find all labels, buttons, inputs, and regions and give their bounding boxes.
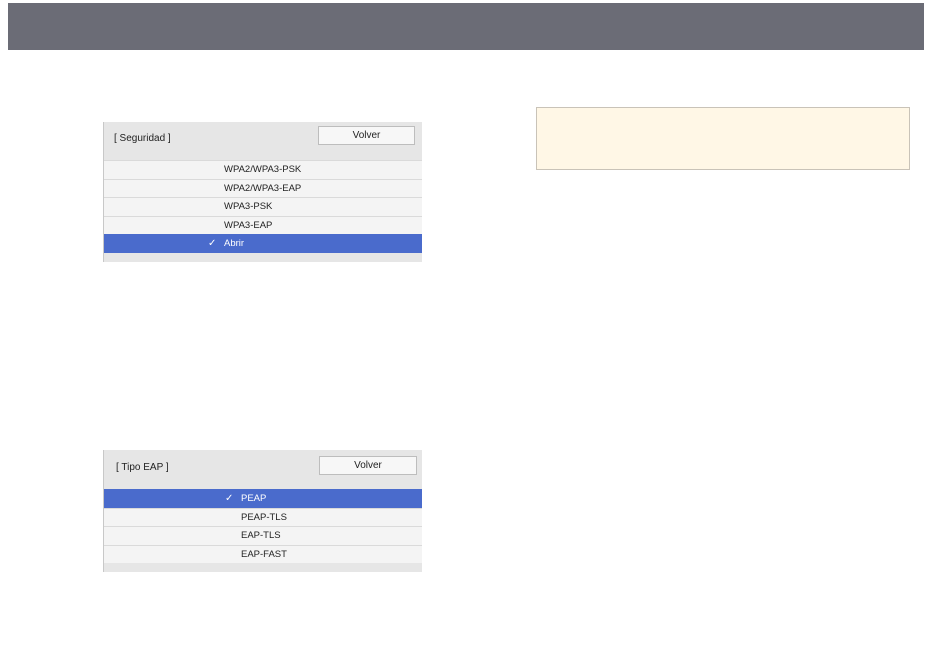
option-label: WPA2/WPA3-PSK: [224, 164, 302, 175]
security-dialog: [ Seguridad ] Volver WPA2/WPA3-PSK WPA2/…: [103, 122, 422, 262]
option-peap[interactable]: ✓ PEAP: [104, 489, 422, 508]
option-wpa3-psk[interactable]: WPA3-PSK: [104, 197, 422, 216]
option-wpa2-wpa3-eap[interactable]: WPA2/WPA3-EAP: [104, 178, 422, 197]
security-dialog-header: [ Seguridad ] Volver: [104, 122, 422, 160]
option-label: EAP-TLS: [241, 530, 281, 541]
option-label: WPA3-EAP: [224, 219, 273, 231]
header-bar: [8, 3, 924, 50]
security-dialog-title: [ Seguridad ]: [114, 133, 171, 144]
security-options-list: WPA2/WPA3-PSK WPA2/WPA3-EAP WPA3-PSK WPA…: [104, 160, 422, 253]
eap-options-list: ✓ PEAP PEAP-TLS EAP-TLS EAP-FAST: [104, 489, 422, 563]
note-box: [536, 107, 910, 170]
option-eap-tls[interactable]: EAP-TLS: [104, 526, 422, 545]
eap-dialog-title: [ Tipo EAP ]: [116, 462, 169, 473]
check-icon: ✓: [208, 238, 217, 249]
option-eap-fast[interactable]: EAP-FAST: [104, 544, 422, 563]
option-wpa3-eap[interactable]: WPA3-EAP: [104, 215, 422, 234]
option-label: EAP-FAST: [241, 548, 287, 560]
eap-type-dialog: [ Tipo EAP ] Volver ✓ PEAP PEAP-TLS EAP-…: [103, 450, 422, 572]
option-label: PEAP-TLS: [241, 511, 287, 523]
option-abrir[interactable]: ✓ Abrir: [104, 234, 422, 253]
option-label: Abrir: [224, 238, 245, 249]
back-button[interactable]: Volver: [319, 456, 417, 475]
check-icon: ✓: [225, 493, 234, 504]
option-label: PEAP: [241, 493, 267, 504]
option-label: WPA2/WPA3-EAP: [224, 182, 302, 194]
eap-dialog-header: [ Tipo EAP ] Volver: [104, 450, 422, 489]
option-label: WPA3-PSK: [224, 201, 273, 212]
option-wpa2-wpa3-psk[interactable]: WPA2/WPA3-PSK: [104, 160, 422, 179]
back-button[interactable]: Volver: [318, 126, 415, 145]
option-peap-tls[interactable]: PEAP-TLS: [104, 507, 422, 526]
